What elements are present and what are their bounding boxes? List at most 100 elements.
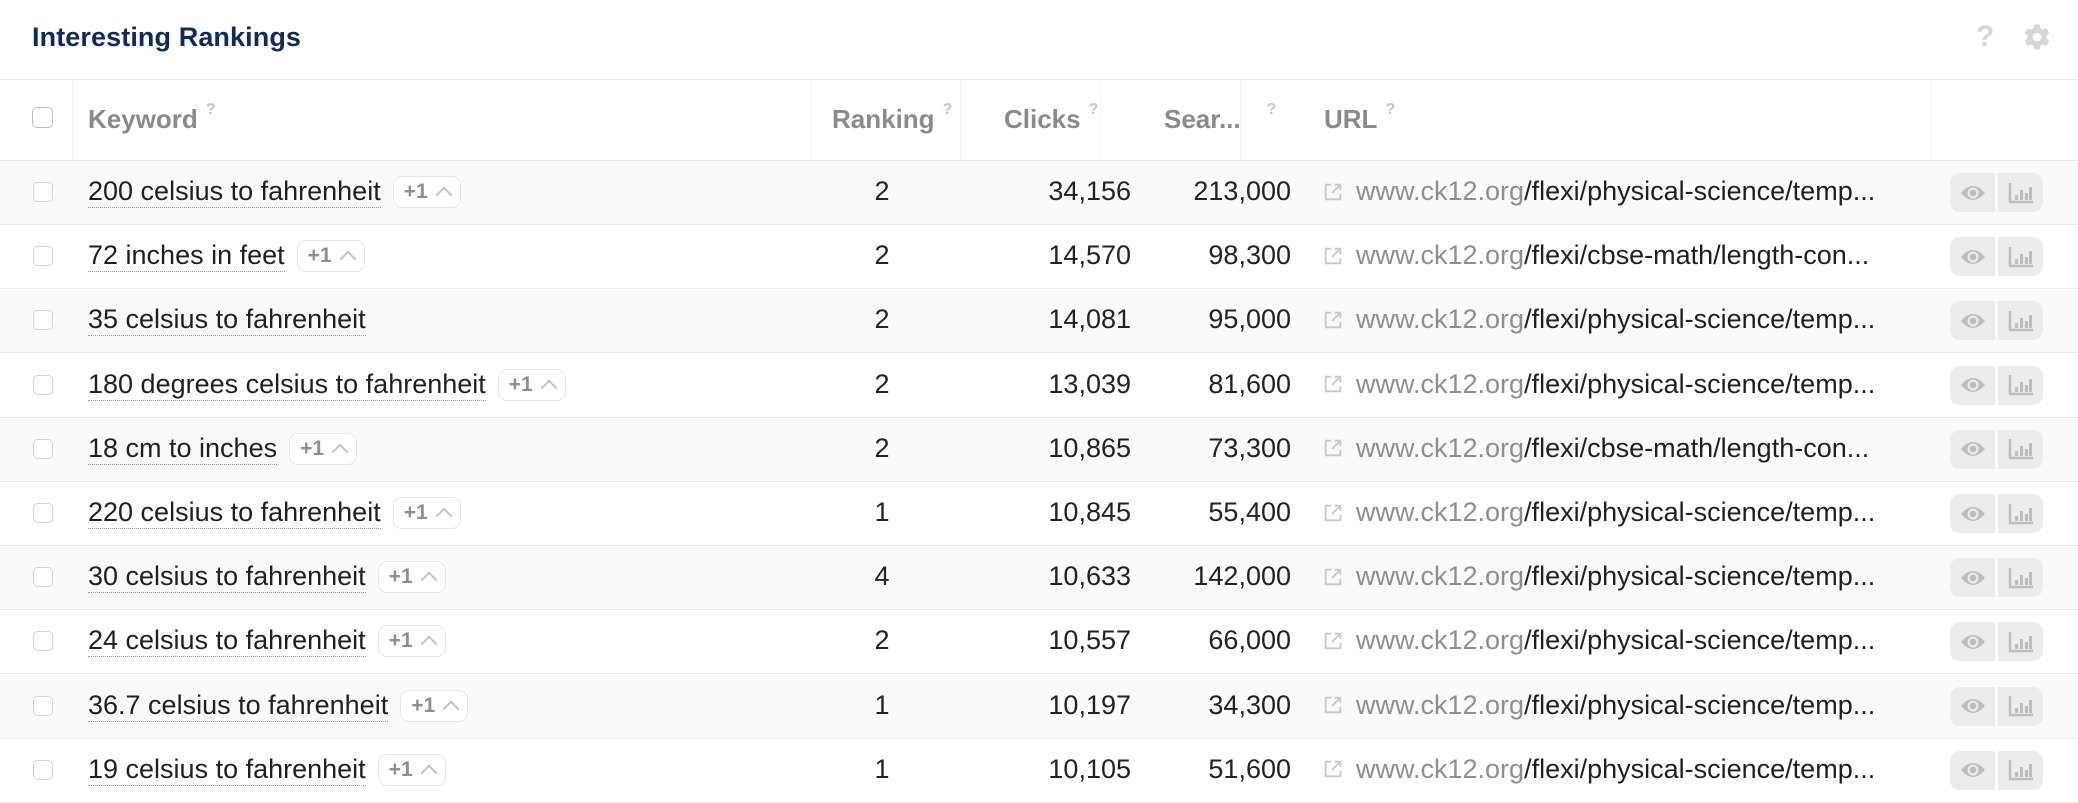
keyword-link[interactable]: 220 celsius to fahrenheit [88,497,381,529]
table-row: 72 inches in feet +1 2 14,570 98,300 www… [0,225,2078,290]
interesting-rankings-card: Interesting Rankings ? Keyword? Ranking?… [0,0,2078,803]
card-title: Interesting Rankings [32,22,302,52]
expand-badge[interactable]: +1 [392,497,461,529]
row-checkbox[interactable] [33,503,53,523]
external-link-icon[interactable] [1322,694,1344,716]
preview-button[interactable] [1950,173,1995,212]
bar-chart-icon [2008,760,2033,781]
keyword-link[interactable]: 35 celsius to fahrenheit [88,304,366,337]
chart-button[interactable] [1998,558,2043,598]
expand-badge[interactable]: +1 [377,625,446,658]
column-header-search-volume[interactable]: Sear...? [1164,101,1277,135]
chart-button[interactable] [1998,173,2043,212]
preview-button[interactable] [1950,429,1995,469]
eye-icon [1960,313,1985,328]
search-volume-cell: 73,300 [1208,432,1291,463]
help-icon[interactable]: ? [206,101,216,118]
chart-button[interactable] [1998,429,2043,469]
external-link-icon[interactable] [1322,630,1344,652]
table-row: 19 celsius to fahrenheit +1 1 10,105 51,… [0,739,2078,803]
url-cell[interactable]: www.ck12.org/flexi/physical-science/temp… [1322,754,1875,785]
url-cell[interactable]: www.ck12.org/flexi/cbse-math/length-con.… [1322,433,1869,464]
column-divider [72,80,73,160]
external-link-icon[interactable] [1322,309,1344,331]
row-checkbox[interactable] [33,438,53,459]
expand-badge[interactable]: +1 [377,561,446,594]
external-link-icon[interactable] [1322,566,1344,588]
chart-button[interactable] [1998,301,2043,341]
gear-icon[interactable] [2022,22,2052,52]
preview-button[interactable] [1950,301,1995,341]
expand-badge[interactable]: +1 [296,240,365,273]
eye-icon [1960,570,1985,585]
eye-icon [1960,699,1985,714]
chart-button[interactable] [1998,750,2043,790]
external-link-icon[interactable] [1322,245,1344,267]
ranking-cell: 2 [874,368,890,399]
search-volume-cell: 34,300 [1208,689,1291,720]
column-header-url[interactable]: URL? [1324,101,1395,135]
column-header-clicks[interactable]: Clicks? [1004,101,1099,135]
eye-icon [1960,442,1985,457]
row-checkbox[interactable] [33,182,53,202]
external-link-icon[interactable] [1322,758,1344,780]
bar-chart-icon [2008,310,2033,332]
url-cell[interactable]: www.ck12.org/flexi/physical-science/temp… [1322,497,1875,528]
help-icon[interactable]: ? [1385,101,1395,118]
help-icon[interactable]: ? [1976,20,1994,54]
keyword-link[interactable]: 19 celsius to fahrenheit [88,754,366,786]
keyword-link[interactable]: 30 celsius to fahrenheit [88,561,366,594]
help-icon[interactable]: ? [943,101,953,118]
expand-badge[interactable]: +1 [377,753,446,786]
url-cell[interactable]: www.ck12.org/flexi/physical-science/temp… [1322,176,1875,207]
row-actions [1950,494,2043,533]
row-checkbox[interactable] [33,246,53,267]
external-link-icon[interactable] [1322,437,1344,459]
url-domain: www.ck12.org [1356,432,1525,463]
chart-button[interactable] [1998,686,2043,726]
expand-badge[interactable]: +1 [497,368,566,401]
help-icon[interactable]: ? [1089,101,1099,118]
row-checkbox[interactable] [33,695,53,716]
chart-button[interactable] [1998,494,2043,533]
chart-button[interactable] [1998,365,2043,405]
badge-count: +1 [388,565,413,589]
keyword-link[interactable]: 72 inches in feet [88,240,285,273]
keyword-link[interactable]: 36.7 celsius to fahrenheit [88,690,389,722]
url-cell[interactable]: www.ck12.org/flexi/physical-science/temp… [1322,625,1875,656]
keyword-link[interactable]: 180 degrees celsius to fahrenheit [88,369,486,401]
preview-button[interactable] [1950,494,1995,533]
row-checkbox[interactable] [33,631,53,652]
ranking-cell: 2 [874,432,890,463]
column-header-keyword[interactable]: Keyword? [88,101,216,135]
preview-button[interactable] [1950,622,1995,662]
preview-button[interactable] [1950,750,1995,790]
row-checkbox[interactable] [33,567,53,588]
external-link-icon[interactable] [1322,373,1344,395]
url-cell[interactable]: www.ck12.org/flexi/physical-science/temp… [1322,561,1875,592]
select-all-checkbox[interactable] [32,107,53,128]
url-cell[interactable]: www.ck12.org/flexi/cbse-math/length-con.… [1322,240,1869,271]
keyword-link[interactable]: 24 celsius to fahrenheit [88,625,366,658]
column-header-ranking[interactable]: Ranking? [832,101,953,135]
external-link-icon[interactable] [1322,502,1344,524]
keyword-link[interactable]: 200 celsius to fahrenheit [88,176,381,208]
expand-badge[interactable]: +1 [289,432,358,465]
keyword-link[interactable]: 18 cm to inches [88,433,278,465]
row-checkbox[interactable] [33,310,53,331]
help-icon[interactable]: ? [1267,101,1277,118]
url-cell[interactable]: www.ck12.org/flexi/physical-science/temp… [1322,304,1875,335]
url-cell[interactable]: www.ck12.org/flexi/physical-science/temp… [1322,690,1875,721]
url-cell[interactable]: www.ck12.org/flexi/physical-science/temp… [1322,369,1875,400]
chart-button[interactable] [1998,622,2043,662]
preview-button[interactable] [1950,686,1995,726]
expand-badge[interactable]: +1 [400,689,469,722]
row-checkbox[interactable] [33,759,53,780]
preview-button[interactable] [1950,558,1995,598]
preview-button[interactable] [1950,365,1995,405]
preview-button[interactable] [1950,237,1995,277]
row-checkbox[interactable] [33,374,53,395]
expand-badge[interactable]: +1 [392,176,461,208]
external-link-icon[interactable] [1322,181,1344,203]
chart-button[interactable] [1998,237,2043,277]
